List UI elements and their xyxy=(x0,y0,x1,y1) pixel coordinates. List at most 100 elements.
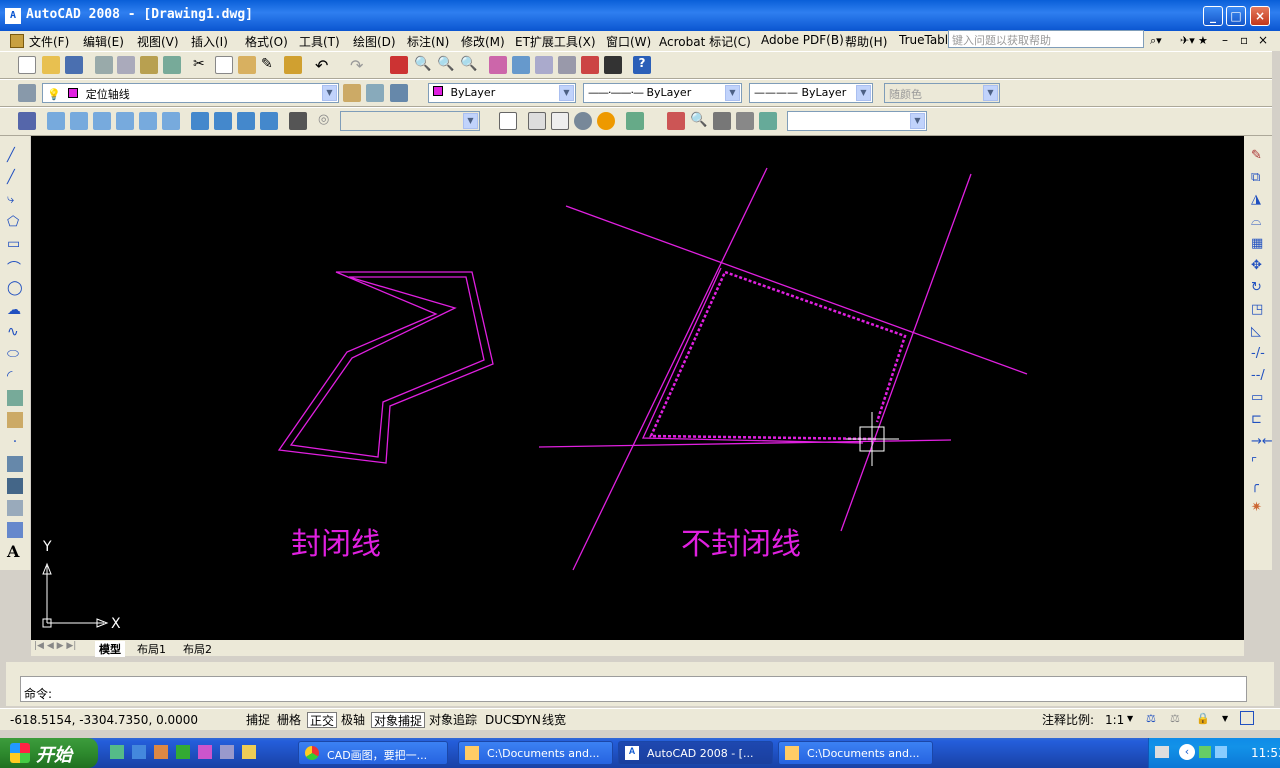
3d-dwf-icon[interactable] xyxy=(163,56,181,74)
help-search-input[interactable]: 键入问题以获取帮助 xyxy=(948,30,1144,48)
task-explorer-2[interactable]: C:\Documents and... xyxy=(778,741,933,765)
menu-adobe-pdf[interactable]: Adobe PDF(B) xyxy=(761,33,844,49)
task-explorer-1[interactable]: C:\Documents and... xyxy=(458,741,613,765)
ellipse-arc-icon[interactable]: ◜ xyxy=(7,368,23,384)
menu-help[interactable]: 帮助(H) xyxy=(845,33,887,49)
construction-line-icon[interactable]: ╱ xyxy=(7,170,23,186)
calculator-icon[interactable] xyxy=(604,56,622,74)
polyline-icon[interactable]: ⤷ xyxy=(7,192,23,208)
close-button[interactable]: × xyxy=(1250,6,1270,26)
hatch-icon[interactable] xyxy=(7,456,23,472)
extend-icon[interactable]: --/ xyxy=(1251,368,1267,384)
auto-scale-icon[interactable]: ⚖ xyxy=(1170,712,1180,725)
navigation-dropdown[interactable]: ▼ xyxy=(787,111,927,131)
camera-icon[interactable] xyxy=(289,112,307,130)
spline-icon[interactable]: ∿ xyxy=(7,324,23,340)
pan-icon[interactable] xyxy=(667,112,685,130)
print-preview-icon[interactable] xyxy=(117,56,135,74)
menu-express-tools[interactable]: ET扩展工具(X) xyxy=(515,33,596,49)
status-menu-icon[interactable]: ▼ xyxy=(1222,714,1228,723)
line-icon[interactable]: ╱ xyxy=(7,148,23,164)
plotstyle-dropdown[interactable]: 随颜色 ▼ xyxy=(884,83,1000,103)
maximize-button[interactable]: □ xyxy=(1226,6,1246,26)
2d-wireframe-icon[interactable] xyxy=(499,112,517,130)
new-file-icon[interactable] xyxy=(18,56,36,74)
quicklaunch-desktop-icon[interactable] xyxy=(110,745,124,759)
multiline-text-icon[interactable]: A xyxy=(7,542,23,561)
doc-minimize-button[interactable]: – xyxy=(1222,33,1228,47)
ellipse-icon[interactable]: ⬭ xyxy=(7,346,23,362)
cut-icon[interactable]: ✂ xyxy=(193,56,211,74)
coordinate-readout[interactable]: -618.5154, -3304.7350, 0.0000 xyxy=(8,712,238,728)
break-at-point-icon[interactable]: ▭ xyxy=(1251,390,1267,406)
walk-icon[interactable] xyxy=(759,112,777,130)
tray-expand-icon[interactable]: ‹ xyxy=(1179,744,1195,760)
explode-icon[interactable]: ✷ xyxy=(1251,500,1267,516)
array-icon[interactable]: ▦ xyxy=(1251,236,1267,252)
doc-close-button[interactable]: × xyxy=(1258,33,1268,47)
ne-iso-icon[interactable] xyxy=(237,112,255,130)
menu-truetable[interactable]: TrueTabl xyxy=(899,33,947,49)
right-view-icon[interactable] xyxy=(116,112,134,130)
front-view-icon[interactable] xyxy=(139,112,157,130)
menu-tools[interactable]: 工具(T) xyxy=(299,33,340,49)
command-line[interactable]: 命令: xyxy=(20,676,1247,702)
lineweight-dropdown[interactable]: ———— ByLayer ▼ xyxy=(749,83,873,103)
circle-icon[interactable]: ◯ xyxy=(7,280,23,296)
pan-realtime-icon[interactable] xyxy=(390,56,408,74)
otrack-toggle[interactable]: 对象追踪 xyxy=(427,712,479,728)
undo-icon[interactable]: ↶ xyxy=(315,56,333,75)
view-dropdown[interactable]: ▼ xyxy=(340,111,480,131)
match-properties-icon[interactable]: ✎ xyxy=(261,56,279,74)
copy-object-icon[interactable]: ⧉ xyxy=(1251,170,1267,186)
zoom-window-icon[interactable]: 🔍 xyxy=(437,56,455,74)
menu-insert[interactable]: 插入(I) xyxy=(191,33,228,49)
quicklaunch-editor-icon[interactable] xyxy=(220,745,234,759)
redo-icon[interactable]: ↷ xyxy=(350,56,368,75)
rotate-icon[interactable]: ↻ xyxy=(1251,280,1267,296)
quicklaunch-folder-icon[interactable] xyxy=(242,745,256,759)
color-dropdown[interactable]: ByLayer ▼ xyxy=(428,83,576,103)
menu-file[interactable]: 文件(F) xyxy=(29,33,69,49)
start-button[interactable]: 开始 xyxy=(0,738,98,768)
help-icon[interactable]: ? xyxy=(633,56,651,74)
top-view-icon[interactable] xyxy=(47,112,65,130)
copy-icon[interactable] xyxy=(215,56,233,74)
chevron-down-icon[interactable]: ▼ xyxy=(1127,714,1133,723)
zoom-previous-icon[interactable]: 🔍 xyxy=(460,56,478,74)
se-iso-icon[interactable] xyxy=(214,112,232,130)
break-icon[interactable]: ⊏ xyxy=(1251,412,1267,428)
communication-icon[interactable]: ✈▾ xyxy=(1180,34,1195,47)
stretch-icon[interactable]: ◺ xyxy=(1251,324,1267,340)
tab-layout2[interactable]: 布局2 xyxy=(183,641,212,657)
markup-set-icon[interactable] xyxy=(581,56,599,74)
scale-icon[interactable]: ◳ xyxy=(1251,302,1267,318)
move-icon[interactable]: ✥ xyxy=(1251,258,1267,274)
menu-modify[interactable]: 修改(M) xyxy=(461,33,505,49)
zoom-icon[interactable]: 🔍 xyxy=(690,112,708,130)
make-object-layer-current-icon[interactable] xyxy=(343,84,361,102)
3d-hidden-icon[interactable] xyxy=(551,112,569,130)
erase-icon[interactable]: ✎ xyxy=(1251,148,1267,164)
ortho-toggle[interactable]: 正交 xyxy=(307,712,338,728)
save-icon[interactable] xyxy=(65,56,83,74)
insert-block-icon[interactable] xyxy=(7,390,23,406)
menu-format[interactable]: 格式(O) xyxy=(245,33,288,49)
polar-toggle[interactable]: 极轴 xyxy=(339,712,367,728)
menu-acrobat[interactable]: Acrobat 标记(C) xyxy=(659,33,751,49)
clock[interactable]: 11:53 xyxy=(1251,746,1280,760)
named-views-icon[interactable] xyxy=(18,112,36,130)
layer-previous-icon[interactable] xyxy=(366,84,384,102)
design-center-icon[interactable] xyxy=(512,56,530,74)
linetype-dropdown[interactable]: ——·——·— ByLayer ▼ xyxy=(583,83,742,103)
menu-window[interactable]: 窗口(W) xyxy=(606,33,651,49)
favorites-star-icon[interactable]: ★ xyxy=(1198,34,1208,47)
grid-toggle[interactable]: 栅格 xyxy=(275,712,303,728)
quicklaunch-ie-icon[interactable] xyxy=(132,745,146,759)
paste-icon[interactable] xyxy=(238,56,256,74)
search-icon[interactable]: ⌕▾ xyxy=(1150,34,1162,48)
publish-icon[interactable] xyxy=(140,56,158,74)
visual-styles-manager-icon[interactable] xyxy=(626,112,644,130)
back-view-icon[interactable] xyxy=(162,112,180,130)
clean-screen-icon[interactable] xyxy=(1240,711,1254,725)
